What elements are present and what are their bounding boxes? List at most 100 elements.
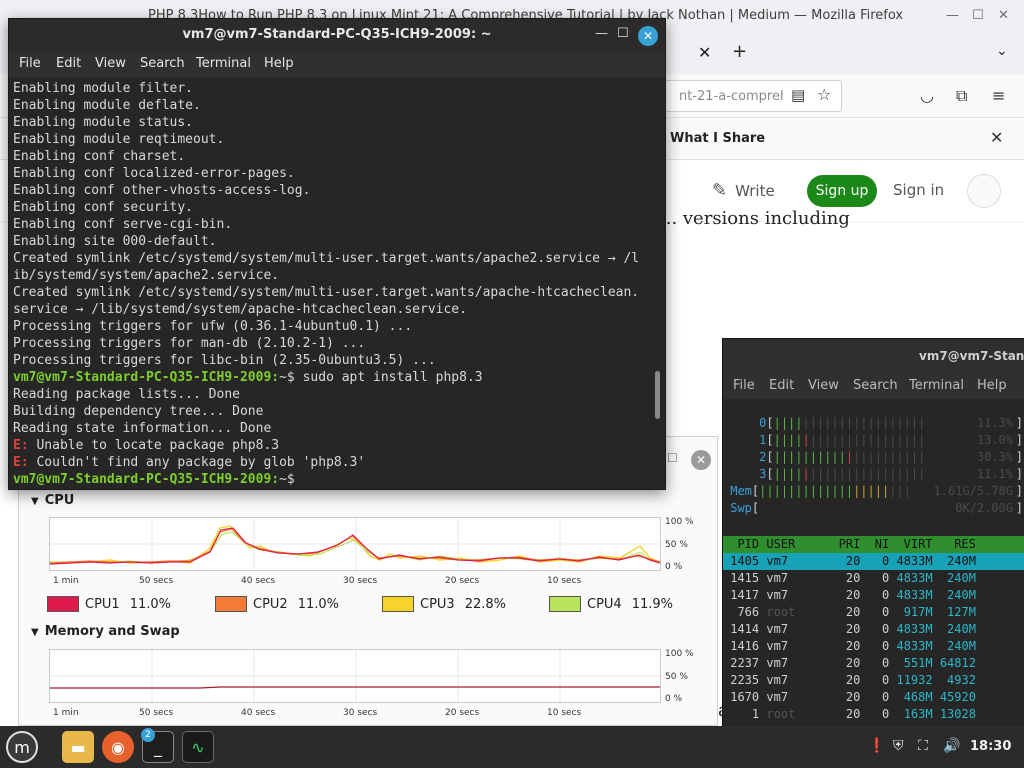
write-link[interactable]: ✎ Write <box>712 180 775 201</box>
firefox-icon[interactable]: ◉ <box>102 731 134 763</box>
url-bar[interactable]: nt-21-a-compreher ▤ ☆ <box>660 80 842 112</box>
terminal-line: vm7@vm7-Standard-PC-Q35-ICH9-2009:~$ sud… <box>13 369 665 386</box>
volume-icon[interactable]: 🔊 <box>943 738 960 754</box>
menu-hamburger-icon[interactable]: ≡ <box>992 86 1005 105</box>
maximize-icon[interactable]: ☐ <box>617 26 629 41</box>
terminal-window: vm7@vm7-Standard-PC-Q35-ICH9-2009: ~ — ☐… <box>8 18 666 490</box>
process-priority: 20 <box>845 707 861 721</box>
memory-section-title[interactable]: ▼ Memory and Swap <box>31 624 180 639</box>
process-user: vm7 <box>766 656 789 670</box>
list-tabs-chevron-icon[interactable]: ⌄ <box>996 43 1008 59</box>
cpu2-color-swatch[interactable] <box>215 596 247 612</box>
x-label: 1 min <box>53 708 79 718</box>
maximize-icon[interactable]: ☐ <box>972 8 984 23</box>
process-nice: 0 <box>882 605 890 619</box>
cpu3-legend-item[interactable]: CPU3 22.8% <box>382 595 506 613</box>
files-folder-icon[interactable]: ▬ <box>62 731 94 763</box>
pocket-icon[interactable]: ◡ <box>920 86 934 105</box>
process-priority: 20 <box>845 639 861 653</box>
cpu4-legend-item[interactable]: CPU4 11.9% <box>549 595 673 613</box>
process-virt: 4833M <box>896 571 933 585</box>
menu-help[interactable]: Help <box>977 378 1007 393</box>
command-text: ~$ sudo apt install php8.3 <box>279 370 483 385</box>
tab-close-icon[interactable]: ✕ <box>698 43 711 62</box>
cpu-history-graph <box>49 517 661 571</box>
mint-menu-icon[interactable]: m <box>6 731 38 763</box>
menu-edit[interactable]: Edit <box>769 378 794 393</box>
extensions-icon[interactable]: ⧉ <box>956 86 967 106</box>
close-icon[interactable]: ✕ <box>638 26 658 46</box>
bookmark-star-icon[interactable]: ☆ <box>817 85 831 104</box>
menu-terminal[interactable]: Terminal <box>909 378 964 393</box>
menu-file[interactable]: File <box>733 378 755 393</box>
cpu3-color-swatch[interactable] <box>382 596 414 612</box>
error-text: Couldn't find any package by glob 'php8.… <box>28 455 366 470</box>
process-row[interactable]: 2235 vm7 20 0 11932 4932 <box>723 672 1024 689</box>
menu-search[interactable]: Search <box>140 56 185 71</box>
htop-meter: 3[||||||||||||||||||||| 11.1%] <box>759 467 1023 481</box>
reader-view-icon[interactable]: ▤ <box>791 86 805 104</box>
close-icon[interactable]: ✕ <box>998 8 1009 23</box>
menu-file[interactable]: File <box>19 56 41 71</box>
menu-search[interactable]: Search <box>853 378 898 393</box>
process-row[interactable]: 1415 vm7 20 0 4833M 240M <box>723 570 1024 587</box>
process-nice: 0 <box>882 673 890 687</box>
close-icon[interactable]: ✕ <box>691 450 711 470</box>
sign-in-link[interactable]: Sign in <box>893 181 944 199</box>
process-user: root <box>766 605 796 619</box>
terminal-menubar: File Edit View Search Terminal Help <box>9 51 665 77</box>
menu-help[interactable]: Help <box>264 56 294 71</box>
notifications-icon[interactable]: ❗ <box>868 738 885 754</box>
menu-view[interactable]: View <box>95 56 126 71</box>
process-virt: 4833M <box>896 588 933 602</box>
system-monitor-app-icon[interactable]: ∿ <box>182 731 214 763</box>
error-prefix: E: <box>13 455 29 470</box>
process-virt: 4833M <box>896 639 933 653</box>
process-virt: 468M <box>903 690 933 704</box>
new-tab-icon[interactable]: + <box>732 41 747 62</box>
process-pid: 1670 <box>730 690 760 704</box>
process-res: 13028 <box>939 707 976 721</box>
notification-close-icon[interactable]: ✕ <box>990 128 1003 147</box>
terminal-line: Enabling conf other-vhosts-access-log. <box>13 183 311 198</box>
terminal-output[interactable]: Enabling module filter. Enabling module d… <box>9 77 665 489</box>
cpu4-color-swatch[interactable] <box>549 596 581 612</box>
network-icon[interactable]: ⛶ <box>918 738 928 754</box>
update-shield-icon[interactable]: ⛨ <box>893 738 904 754</box>
process-row[interactable]: 1417 vm7 20 0 4833M 240M <box>723 587 1024 604</box>
cpu1-legend-item[interactable]: CPU1 11.0% <box>47 595 171 613</box>
x-label: 10 secs <box>547 576 582 586</box>
process-row[interactable]: 1 root 20 0 163M 13028 <box>723 706 1024 723</box>
sign-up-button[interactable]: Sign up <box>807 175 877 207</box>
clock[interactable]: 18:30 <box>970 739 1011 754</box>
minimize-icon[interactable]: — <box>595 26 608 41</box>
cpu-section-title[interactable]: ▼ CPU <box>31 493 74 508</box>
htop-column-header[interactable]: PID USER PRI NI VIRT RES <box>723 536 1024 553</box>
cpu2-legend-item[interactable]: CPU2 11.0% <box>215 595 339 613</box>
process-row[interactable]: 2237 vm7 20 0 551M 64812 <box>723 655 1024 672</box>
minimize-icon[interactable]: — <box>946 8 959 23</box>
process-user: vm7 <box>766 690 789 704</box>
process-row[interactable]: 1405 vm7 20 0 4833M 240M <box>723 553 1024 570</box>
terminal-scrollbar[interactable] <box>655 371 660 419</box>
maximize-icon[interactable]: ☐ <box>667 451 678 465</box>
process-priority: 20 <box>845 622 861 636</box>
menu-terminal[interactable]: Terminal <box>196 56 251 71</box>
process-row[interactable]: 1670 vm7 20 0 468M 45920 <box>723 689 1024 706</box>
process-user: vm7 <box>766 588 789 602</box>
avatar[interactable] <box>967 174 1001 208</box>
process-row[interactable]: 1414 vm7 20 0 4833M 240M <box>723 621 1024 638</box>
process-row[interactable]: 766 root 20 0 917M 127M <box>723 604 1024 621</box>
process-row[interactable]: 1416 vm7 20 0 4833M 240M <box>723 638 1024 655</box>
menu-view[interactable]: View <box>808 378 839 393</box>
cpu1-color-swatch[interactable] <box>47 596 79 612</box>
error-text: Unable to locate package php8.3 <box>28 438 280 453</box>
cpu1-line <box>50 527 660 565</box>
memory-title-label: Memory and Swap <box>44 624 180 639</box>
htop-meter: 0[||||||||||||||||||||| 11.3%] <box>759 416 1023 430</box>
menu-edit[interactable]: Edit <box>56 56 81 71</box>
mem-y-label-50: 50 % <box>665 672 688 682</box>
mem-x-axis-labels: 1 min 50 secs 40 secs 30 secs 20 secs 10… <box>49 708 661 720</box>
write-icon: ✎ <box>712 180 728 201</box>
url-text[interactable]: nt-21-a-compreher <box>679 89 783 104</box>
